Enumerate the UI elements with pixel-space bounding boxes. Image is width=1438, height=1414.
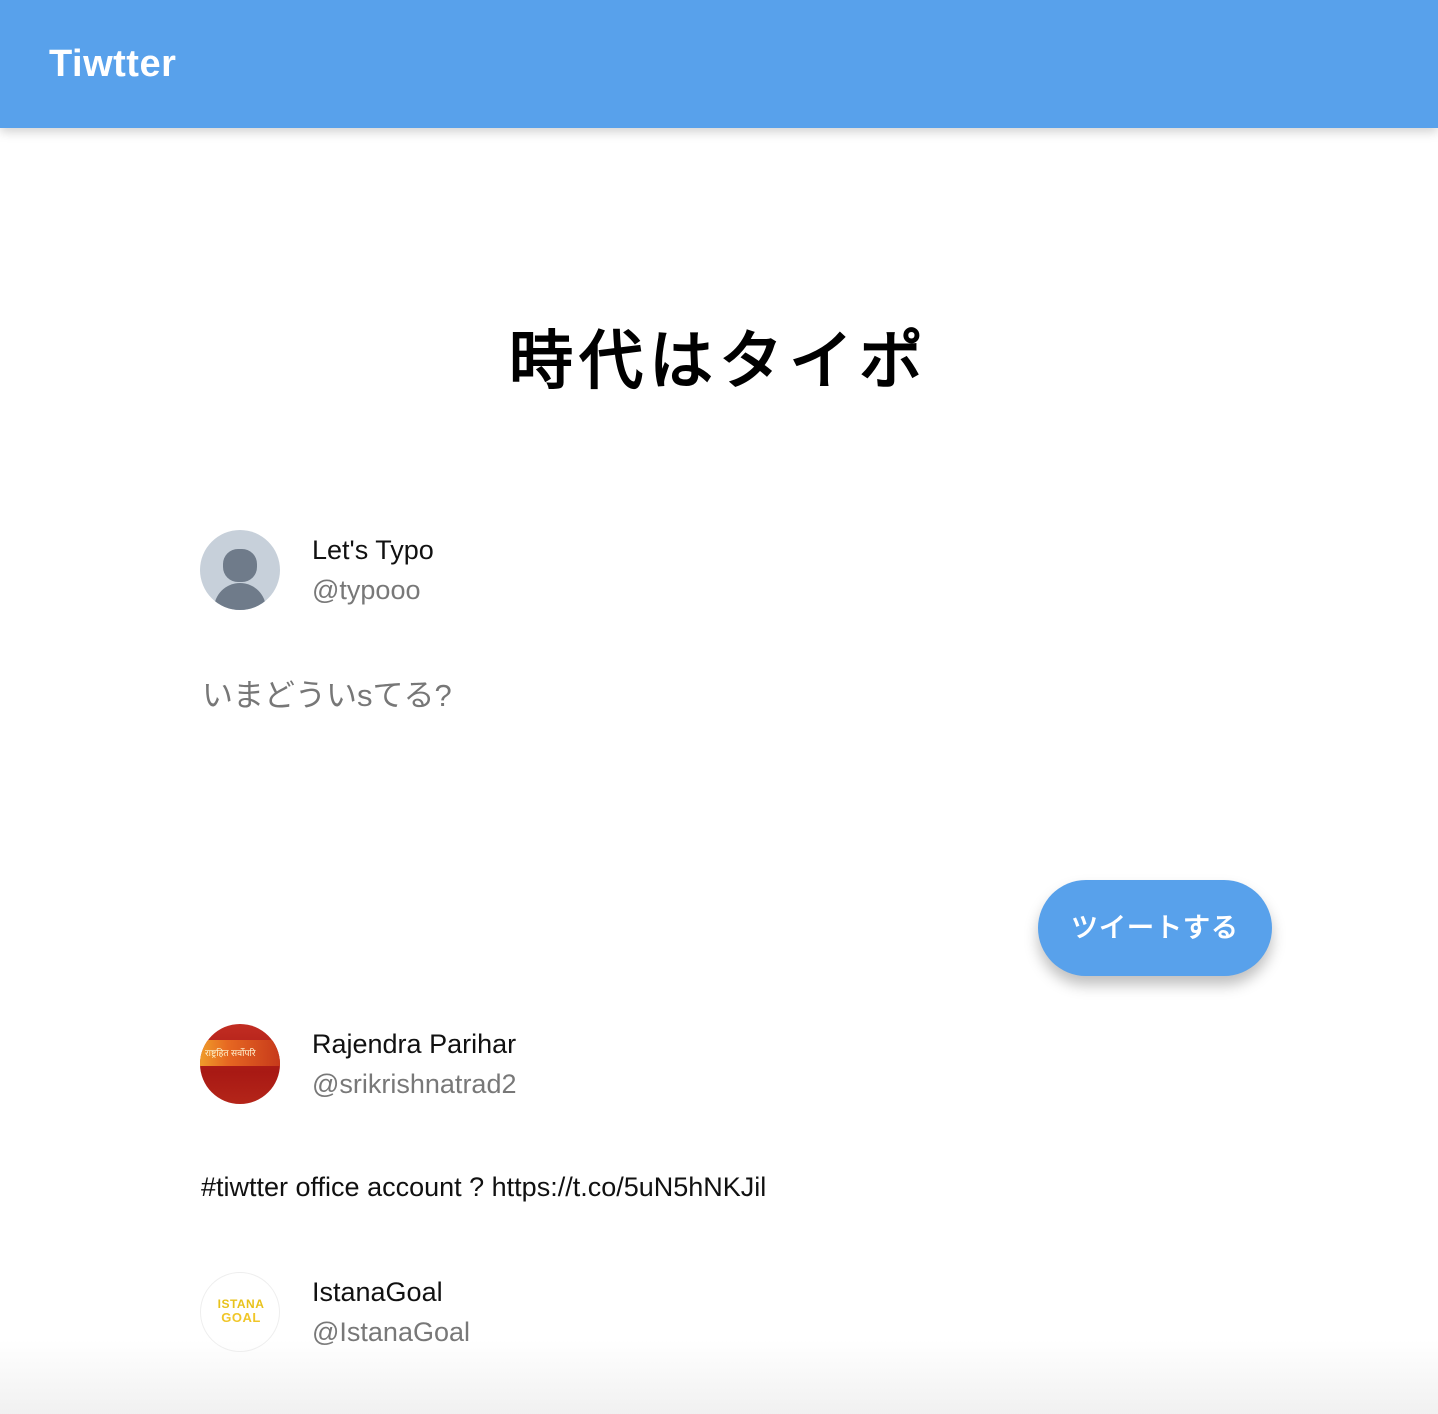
- avatar-banner-text: राष्ट्रहित सर्वोपरि: [205, 1048, 256, 1058]
- app-title: Tiwtter: [49, 43, 177, 85]
- tweet-button[interactable]: ツイートする: [1038, 880, 1272, 976]
- tweet-input[interactable]: [202, 676, 962, 716]
- app-bar: Tiwtter: [0, 0, 1438, 128]
- default-user-icon: [200, 530, 280, 610]
- tweet-author-name: Rajendra Parihar: [312, 1029, 517, 1059]
- tweet-author-istana-goal: ISTANA GOAL IstanaGoal @IstanaGoal: [200, 1272, 900, 1356]
- avatar-head-shape: [223, 549, 257, 582]
- tweet-author-rajendra: राष्ट्रहित सर्वोपरि Rajendra Parihar @sr…: [200, 1024, 900, 1108]
- composer-profile: Let's Typo @typooo: [200, 530, 900, 614]
- composer-user-handle: @typooo: [312, 575, 421, 605]
- tweet-author-name: IstanaGoal: [312, 1277, 443, 1307]
- avatar-body-shape: [214, 583, 266, 610]
- tweet-text: #tiwtter office account ? https://t.co/5…: [201, 1172, 767, 1202]
- red-banner-avatar-icon: राष्ट्रहित सर्वोपरि: [200, 1024, 280, 1104]
- main-content: 時代はタイポ Let's Typo @typooo ツイートする राष्ट्र…: [0, 128, 1438, 1414]
- istana-goal-logo-icon: ISTANA GOAL: [200, 1272, 280, 1352]
- tweet-author-handle: @srikrishnatrad2: [312, 1069, 517, 1099]
- logo-line-2: GOAL: [221, 1310, 261, 1325]
- page-title: 時代はタイポ: [509, 324, 929, 397]
- tweet-author-handle: @IstanaGoal: [312, 1317, 470, 1347]
- logo-line-1: ISTANA: [217, 1297, 265, 1311]
- composer-user-name: Let's Typo: [312, 535, 434, 565]
